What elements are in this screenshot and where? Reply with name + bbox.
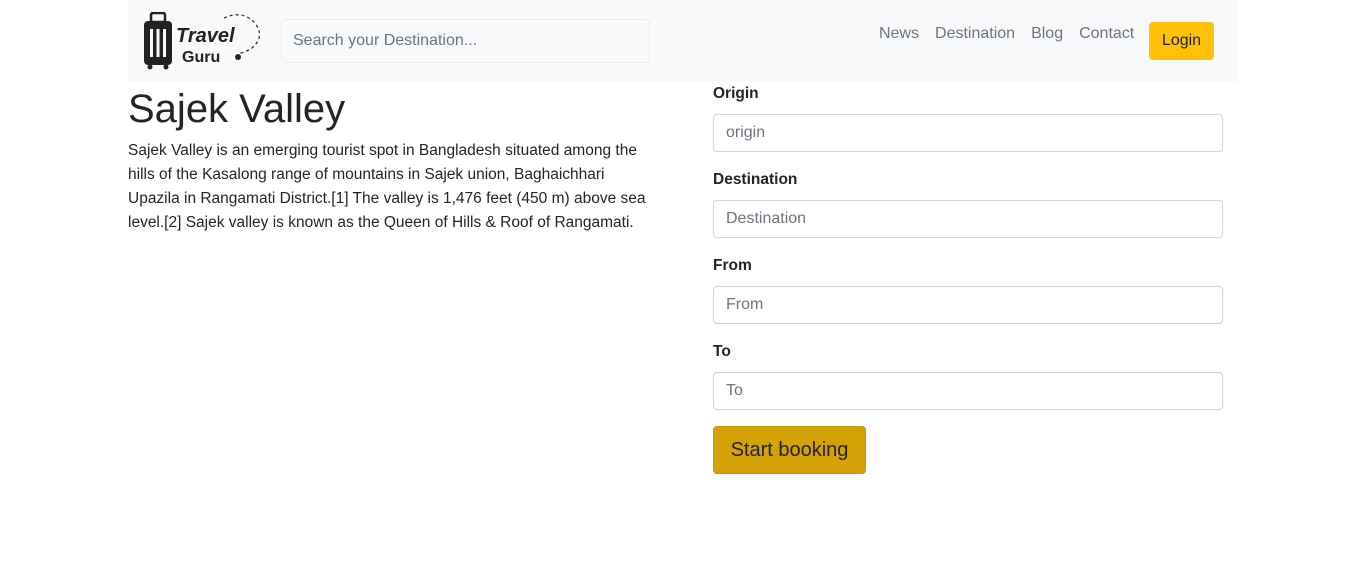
navbar: Travel Guru News Destination Blog Contac… <box>128 0 1238 82</box>
travel-guru-logo[interactable]: Travel Guru <box>142 11 266 70</box>
nav-link-news[interactable]: News <box>879 25 919 43</box>
from-date-input[interactable] <box>713 286 1223 324</box>
destination-description: Sajek Valley is an emerging tourist spot… <box>128 142 646 231</box>
search-input[interactable] <box>281 19 650 63</box>
nav-link-contact[interactable]: Contact <box>1079 25 1134 43</box>
logo-text-travel: Travel <box>176 25 235 47</box>
start-booking-button[interactable]: Start booking <box>713 426 866 474</box>
nav-links: News Destination Blog Contact <box>879 25 1134 43</box>
page-title: Sajek Valley <box>128 87 346 131</box>
destination-label: Destination <box>713 171 798 188</box>
suitcase-icon: Travel Guru <box>144 11 261 70</box>
to-date-input[interactable] <box>713 372 1223 410</box>
origin-input[interactable] <box>713 114 1223 152</box>
login-button[interactable]: Login <box>1149 22 1214 60</box>
origin-label: Origin <box>713 85 759 102</box>
destination-input[interactable] <box>713 200 1223 238</box>
to-label: To <box>713 343 731 360</box>
logo-text-guru: Guru <box>182 49 220 66</box>
nav-link-blog[interactable]: Blog <box>1031 25 1063 43</box>
from-label: From <box>713 257 752 274</box>
nav-link-destination[interactable]: Destination <box>935 25 1015 43</box>
